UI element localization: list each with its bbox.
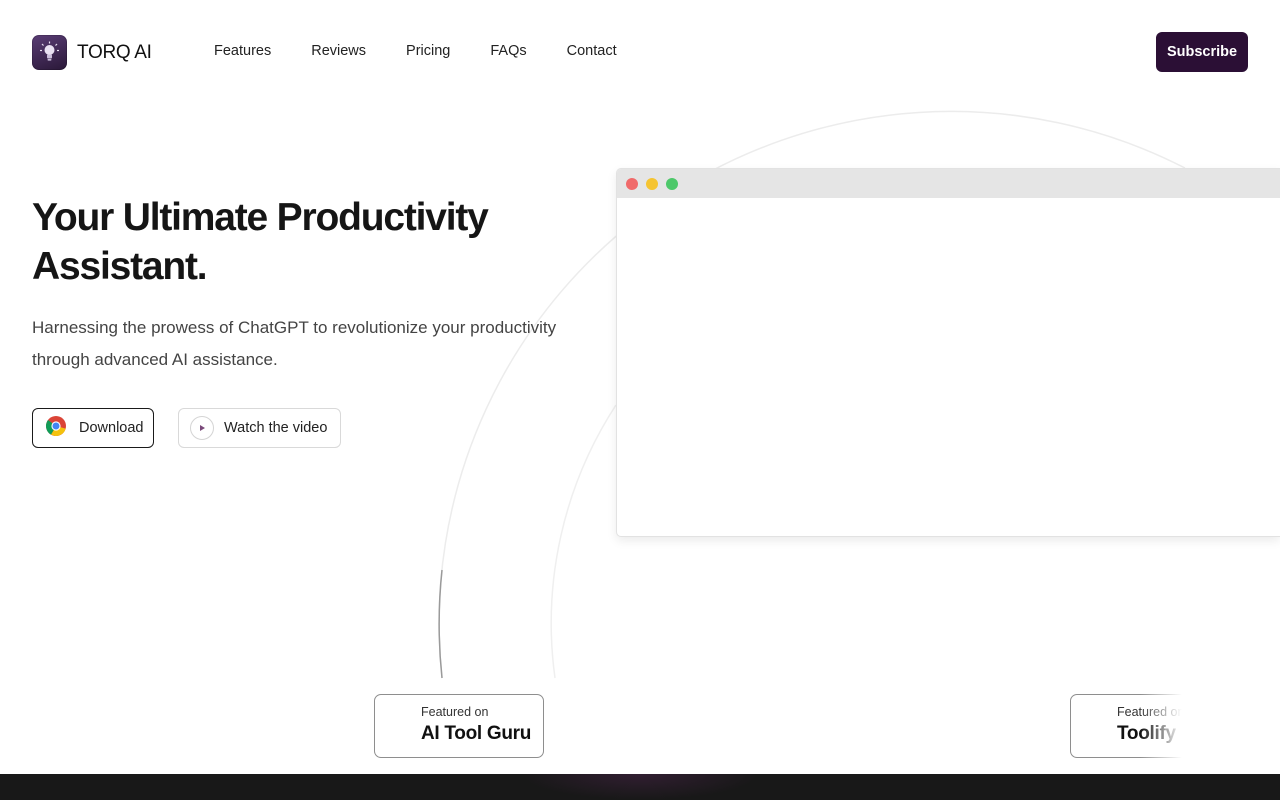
site-header: TORQ AI Features Reviews Pricing FAQs Co… [0,0,1280,104]
featured-site-name: AI Tool Guru [421,723,532,744]
download-label: Download [79,420,144,436]
maximize-dot-icon [666,177,678,190]
marquee-fade [1140,690,1280,762]
close-dot-icon [626,177,638,190]
nav-link-pricing[interactable]: Pricing [406,43,450,59]
dark-section-glow [520,774,760,800]
minimize-dot-icon [646,177,658,190]
hero-title: Your Ultimate Productivity Assistant. [32,196,489,288]
watch-video-button[interactable]: Watch the video [178,408,341,448]
featured-on-label: Featured on [421,705,489,719]
chrome-icon [45,415,67,441]
watch-video-label: Watch the video [224,420,328,436]
main-nav: Features Reviews Pricing FAQs Contact [214,43,617,59]
nav-link-contact[interactable]: Contact [567,43,617,59]
browser-mockup [616,168,1280,537]
nav-link-reviews[interactable]: Reviews [311,43,366,59]
play-icon [190,416,214,440]
lightbulb-icon [32,35,67,70]
browser-title-bar [617,169,1280,198]
subscribe-button[interactable]: Subscribe [1156,32,1248,72]
brand-logo[interactable]: TORQ AI [32,35,152,70]
nav-link-faqs[interactable]: FAQs [490,43,526,59]
nav-link-features[interactable]: Features [214,43,271,59]
featured-badge-ai-tool-guru[interactable]: Featured on AI Tool Guru [374,694,544,758]
hero-subtitle: Harnessing the prowess of ChatGPT to rev… [32,318,557,369]
brand-name: TORQ AI [77,41,152,63]
download-button[interactable]: Download [32,408,154,448]
